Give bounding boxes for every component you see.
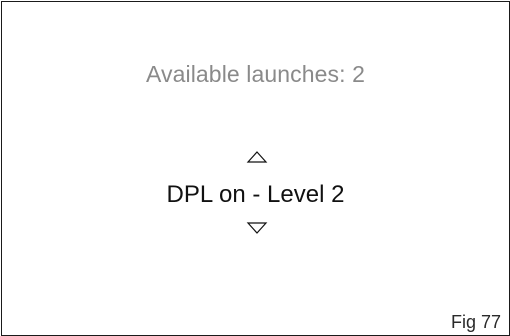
display-screen: Available launches: 2 DPL on - Level 2 F… (1, 1, 510, 336)
scroll-down-icon[interactable] (246, 221, 268, 235)
dpl-level-value[interactable]: DPL on - Level 2 (2, 181, 509, 209)
scroll-up-icon[interactable] (246, 150, 268, 164)
figure-label: Fig 77 (450, 312, 501, 332)
available-launches-text: Available launches: 2 (145, 61, 366, 87)
